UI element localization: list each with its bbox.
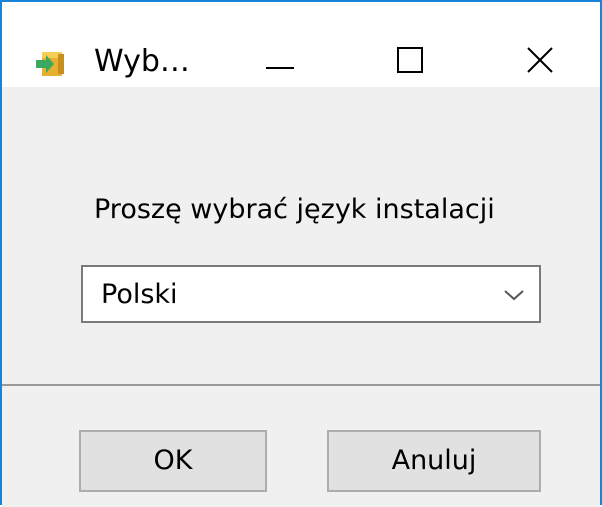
window-title: Wyb…	[94, 44, 190, 79]
language-dialog-window: Wyb… Proszę wybrać język instalacji Pols…	[0, 0, 602, 507]
title-bar[interactable]: Wyb…	[2, 2, 600, 87]
close-button[interactable]	[502, 38, 572, 84]
maximize-button[interactable]	[372, 38, 442, 84]
language-prompt-label: Proszę wybrać język instalacji	[94, 194, 495, 225]
language-select-value: Polski	[101, 279, 178, 310]
minimize-button[interactable]	[244, 38, 314, 84]
ok-button[interactable]: OK	[79, 430, 267, 492]
minimize-icon	[244, 38, 314, 84]
language-select[interactable]: Polski	[81, 265, 541, 323]
close-icon	[502, 38, 572, 84]
chevron-down-icon[interactable]	[503, 287, 525, 301]
cancel-button[interactable]: Anuluj	[327, 430, 541, 492]
maximize-icon	[372, 38, 442, 84]
installer-arrow-icon	[36, 52, 66, 76]
